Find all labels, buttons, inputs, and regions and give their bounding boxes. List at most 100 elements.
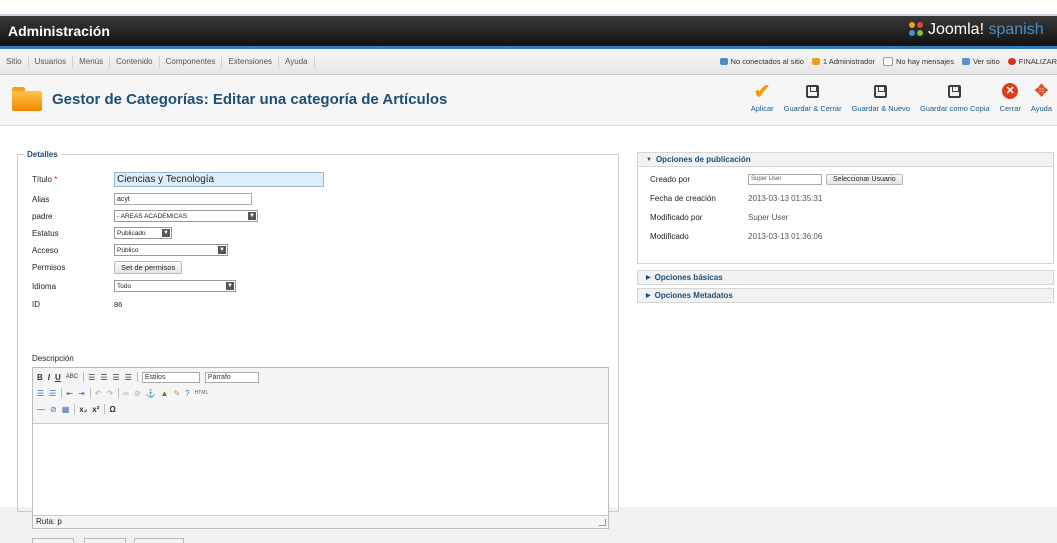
help-button[interactable]: ✥ Ayuda <box>1026 81 1057 113</box>
modified-row: Modificado 2013-03-13 01:36:06 <box>650 229 822 243</box>
joomla-brand: Joomla! <box>928 21 985 38</box>
status-select[interactable]: Publicado ▼ <box>114 227 172 239</box>
special-char-icon[interactable]: Ω <box>109 405 115 414</box>
access-label: Acceso <box>32 245 59 255</box>
logout-link[interactable]: FINALIZAR <box>1007 57 1057 66</box>
menu-sitio[interactable]: Sitio <box>0 55 29 68</box>
triangle-right-icon: ▶ <box>646 275 651 281</box>
joomla-star-icon <box>909 22 923 36</box>
remove-format-icon[interactable]: ⊘ <box>50 405 57 414</box>
close-icon: ✕ <box>1000 81 1020 101</box>
save-new-button[interactable]: Guardar & Nuevo <box>847 81 915 113</box>
format-value: Párrafo <box>207 373 231 381</box>
admin-icon <box>811 58 820 65</box>
italic-icon[interactable]: I <box>48 373 50 382</box>
save-copy-button[interactable]: Guardar como Copia <box>915 81 995 113</box>
editor-action-button-2[interactable] <box>84 538 126 543</box>
modified-by-value: Super User <box>748 212 789 222</box>
editor-content-area[interactable] <box>33 423 608 516</box>
help-icon: ✥ <box>1034 83 1049 100</box>
align-right-icon[interactable]: ☰ <box>112 373 119 382</box>
select-user-button[interactable]: Seleccionar Usuario <box>826 173 903 185</box>
outdent-icon[interactable]: ⇤ <box>66 389 73 398</box>
numbered-list-icon[interactable]: ☰ <box>49 389 56 398</box>
html-icon[interactable]: HTML <box>195 390 209 396</box>
details-fieldset: Detalles Título * Ciencias y Tecnología … <box>17 150 619 543</box>
status-admins: 1 Administrador <box>811 57 875 66</box>
id-label: ID <box>32 299 40 309</box>
visual-aid-icon[interactable]: ▦ <box>62 405 70 414</box>
editor-action-button-1[interactable] <box>32 538 74 543</box>
title-input[interactable]: Ciencias y Tecnología <box>114 171 324 187</box>
created-by-row: Creado por Super User Seleccionar Usuari… <box>650 172 903 186</box>
apply-label: Aplicar <box>750 104 774 113</box>
strikethrough-icon[interactable]: ABC <box>66 374 78 380</box>
toolbar-buttons: ✔ Aplicar Guardar & Cerrar Guardar & Nue… <box>746 81 1057 114</box>
horizontal-rule-icon[interactable]: — <box>37 405 45 414</box>
save-copy-icon <box>945 81 965 101</box>
id-value: 86 <box>114 299 123 309</box>
save-copy-label: Guardar como Copia <box>919 104 990 113</box>
align-center-icon[interactable]: ☰ <box>100 373 107 382</box>
apply-button[interactable]: ✔ Aplicar <box>746 81 779 114</box>
language-select[interactable]: Todo ▼ <box>114 280 236 292</box>
menu-contenido[interactable]: Contenido <box>110 55 160 68</box>
save-close-button[interactable]: Guardar & Cerrar <box>779 81 847 113</box>
alias-input[interactable]: acyt <box>114 193 252 205</box>
styles-dropdown[interactable]: Estilos <box>141 371 200 383</box>
resize-handle[interactable] <box>599 519 606 526</box>
rich-text-editor: B I U ABC ☰ ☰ ☰ ☰ Estilos Párrafo ☰ ☰ ⇤ … <box>32 367 609 529</box>
help-circle-icon[interactable]: ? <box>185 389 189 398</box>
view-site-text: Ver sitio <box>972 57 1000 66</box>
access-value: Público <box>117 246 139 254</box>
status-messages[interactable]: No hay mensajes <box>883 57 954 66</box>
cleanup-icon[interactable]: ✎ <box>173 389 180 398</box>
main-menu: Sitio Usuarios Menús Contenido Component… <box>0 49 315 74</box>
close-button[interactable]: ✕ Cerrar <box>995 81 1026 113</box>
modified-label: Modificado <box>650 231 689 241</box>
underline-icon[interactable]: U <box>55 373 61 382</box>
subscript-icon[interactable]: x₂ <box>79 405 87 414</box>
alias-row: Alias acyt <box>32 192 252 206</box>
save-close-label: Guardar & Cerrar <box>783 104 842 113</box>
redo-icon[interactable]: ↷ <box>106 389 113 398</box>
view-site-link[interactable]: Ver sitio <box>961 57 1000 66</box>
menu-ayuda[interactable]: Ayuda <box>279 55 315 68</box>
menu-menus[interactable]: Menús <box>73 55 111 68</box>
triangle-down-icon: ▼ <box>646 156 652 163</box>
created-date-label: Fecha de creación <box>650 193 716 203</box>
superscript-icon[interactable]: x² <box>92 405 99 414</box>
image-icon[interactable]: ▲ <box>161 389 169 398</box>
unlink-icon[interactable]: ⊘ <box>134 389 141 398</box>
basic-options-header[interactable]: ▶ Opciones básicas <box>637 270 1054 285</box>
align-left-icon[interactable]: ☰ <box>88 373 95 382</box>
language-row: Idioma Todo ▼ <box>32 279 236 293</box>
align-justify-icon[interactable]: ☰ <box>125 373 132 382</box>
access-select[interactable]: Público ▼ <box>114 244 228 256</box>
status-messages-text: No hay mensajes <box>896 57 954 66</box>
publishing-options-header[interactable]: ▼ Opciones de publicación <box>637 152 1054 167</box>
chevron-down-icon: ▼ <box>162 229 170 237</box>
undo-icon[interactable]: ↶ <box>95 389 102 398</box>
format-dropdown[interactable]: Párrafo <box>204 371 259 383</box>
menu-usuarios[interactable]: Usuarios <box>29 55 74 68</box>
publishing-options-body: Creado por Super User Seleccionar Usuari… <box>637 167 1054 264</box>
parent-select[interactable]: - AREAS ACADEMICAS ▼ <box>114 210 258 222</box>
editor-action-button-3[interactable] <box>134 538 184 543</box>
alias-label: Alias <box>32 194 50 204</box>
link-icon[interactable]: ∞ <box>123 389 129 398</box>
metadata-options-header[interactable]: ▶ Opciones Metadatos <box>637 288 1054 303</box>
menu-componentes[interactable]: Componentes <box>160 55 223 68</box>
title-row: Título * Ciencias y Tecnología <box>32 171 324 187</box>
modified-value: 2013-03-13 01:36:06 <box>748 231 823 241</box>
chevron-down-icon: ▼ <box>226 282 234 290</box>
permissions-button[interactable]: Set de permisos <box>114 260 183 274</box>
anchor-icon[interactable]: ⚓ <box>146 389 156 398</box>
created-by-input[interactable]: Super User <box>748 173 822 185</box>
menu-extensiones[interactable]: Extensiones <box>222 55 280 68</box>
admin-header: Administración Joomla! spanish <box>0 16 1057 49</box>
indent-icon[interactable]: ⇥ <box>78 389 85 398</box>
bullet-list-icon[interactable]: ☰ <box>37 389 44 398</box>
bold-icon[interactable]: B <box>37 373 43 382</box>
language-value: Todo <box>117 282 132 290</box>
